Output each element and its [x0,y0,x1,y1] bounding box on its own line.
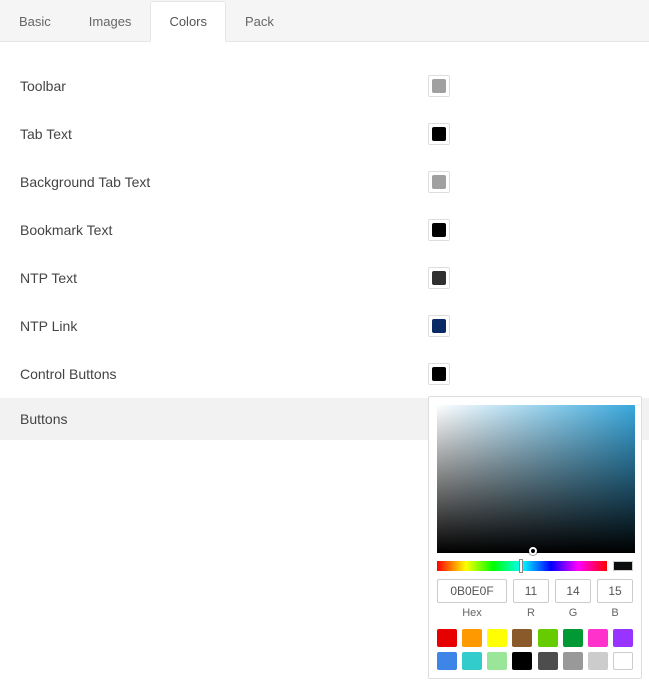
row-toolbar: Toolbar [0,62,649,110]
swatch-ntp-link[interactable] [428,315,450,337]
row-label: Buttons [20,411,420,427]
g-label: G [569,607,578,619]
tab-basic[interactable]: Basic [0,1,70,42]
swatch-control-buttons[interactable] [428,363,450,385]
row-label: NTP Link [20,318,420,334]
preset-swatch[interactable] [538,652,558,670]
saturation-value-area[interactable] [437,405,635,553]
swatch-bookmark-text[interactable] [428,219,450,241]
row-ntp-text: NTP Text [0,254,649,302]
swatch-tab-text[interactable] [428,123,450,145]
preset-swatch[interactable] [613,652,633,670]
preset-swatch[interactable] [487,629,507,647]
satval-cursor[interactable] [529,547,537,555]
hex-label: Hex [462,607,482,619]
color-rows: Toolbar Tab Text Background Tab Text Boo… [0,42,649,440]
preset-swatch[interactable] [462,652,482,670]
preset-swatch[interactable] [613,629,633,647]
swatch-bg-tab-text[interactable] [428,171,450,193]
preset-swatch[interactable] [437,629,457,647]
row-tab-text: Tab Text [0,110,649,158]
row-label: Control Buttons [20,366,420,382]
hue-row [437,561,633,571]
b-input[interactable] [597,579,633,603]
current-color [613,561,633,571]
preset-swatch[interactable] [462,629,482,647]
tab-pack[interactable]: Pack [226,1,293,42]
preset-swatch[interactable] [563,629,583,647]
row-label: Tab Text [20,126,420,142]
preset-swatch[interactable] [538,629,558,647]
hue-slider[interactable] [437,561,607,571]
preset-swatch[interactable] [487,652,507,670]
hex-input[interactable] [437,579,507,603]
preset-swatch[interactable] [588,629,608,647]
row-label: Toolbar [20,78,420,94]
preset-swatch[interactable] [437,652,457,670]
row-bg-tab-text: Background Tab Text [0,158,649,206]
row-control-buttons: Control Buttons [0,350,649,398]
tab-images[interactable]: Images [70,1,151,42]
r-input[interactable] [513,579,549,603]
tabs: Basic Images Colors Pack [0,0,649,42]
r-label: R [527,607,535,619]
preset-swatch[interactable] [588,652,608,670]
preset-swatch[interactable] [512,629,532,647]
preset-swatch[interactable] [563,652,583,670]
preset-swatch[interactable] [512,652,532,670]
row-bookmark-text: Bookmark Text [0,206,649,254]
swatch-toolbar[interactable] [428,75,450,97]
swatch-ntp-text[interactable] [428,267,450,289]
row-label: NTP Text [20,270,420,286]
hue-marker[interactable] [519,559,523,573]
row-ntp-link: NTP Link [0,302,649,350]
color-picker: Hex R G B [428,396,642,679]
preset-swatches [437,629,633,670]
row-label: Background Tab Text [20,174,420,190]
row-label: Bookmark Text [20,222,420,238]
picker-inputs: Hex R G B [437,579,633,619]
b-label: B [611,607,618,619]
g-input[interactable] [555,579,591,603]
tab-colors[interactable]: Colors [150,1,226,42]
